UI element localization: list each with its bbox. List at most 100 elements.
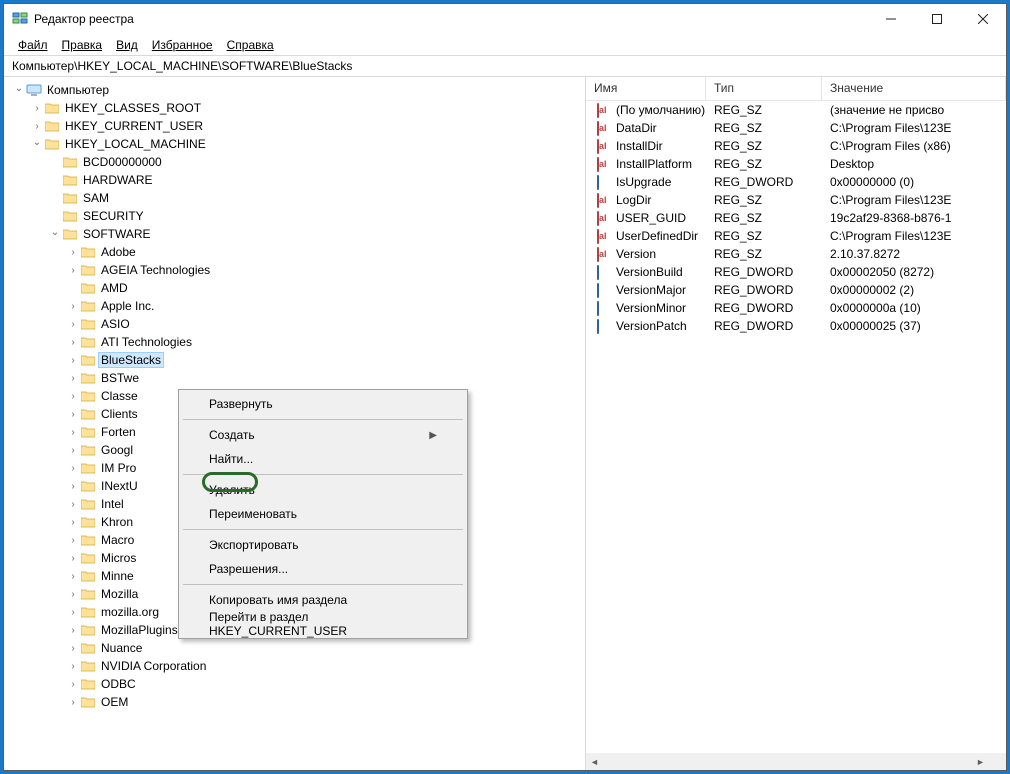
value-row[interactable]: USER_GUIDREG_SZ19c2af29-8368-b876-1 [586,209,1006,227]
path-bar[interactable]: Компьютер\HKEY_LOCAL_MACHINE\SOFTWARE\Bl… [4,55,1006,77]
context-menu-item[interactable]: Экспортировать [181,533,465,557]
menu-file[interactable]: Файл [12,36,54,54]
value-row[interactable]: (По умолчанию)REG_SZ(значение не присво [586,101,1006,119]
expand-icon[interactable]: › [66,605,80,619]
context-menu-item[interactable]: Переименовать [181,502,465,526]
column-name[interactable]: Имя [586,77,706,100]
folder-icon [80,407,96,421]
tree-item[interactable]: › ATI Technologies [8,333,585,351]
column-value[interactable]: Значение [822,77,1006,100]
tree-item[interactable]: ›Apple Inc. [8,297,585,315]
context-menu-item[interactable]: Копировать имя раздела [181,588,465,612]
tree-item[interactable]: ›SAM [8,189,585,207]
expand-icon[interactable]: › [66,515,80,529]
expand-icon[interactable]: › [66,335,80,349]
tree-item-label: ATI Technologies [99,335,194,349]
context-menu-item[interactable]: Удалить [181,478,465,502]
minimize-button[interactable] [868,4,914,34]
value-row[interactable]: InstallPlatformREG_SZDesktop [586,155,1006,173]
value-row[interactable]: IsUpgradeREG_DWORD0x00000000 (0) [586,173,1006,191]
scroll-right-arrow[interactable]: ► [972,753,989,770]
scroll-left-arrow[interactable]: ◄ [586,753,603,770]
collapse-icon[interactable]: ⌄ [30,135,44,149]
expand-icon[interactable]: › [66,371,80,385]
tree-item[interactable]: ›AGEIA Technologies [8,261,585,279]
menu-favorites[interactable]: Избранное [146,36,219,54]
horizontal-scrollbar[interactable]: ◄ ► [586,753,989,770]
context-menu-item[interactable]: Перейти в раздел HKEY_CURRENT_USER [181,612,465,636]
expand-icon[interactable]: › [66,461,80,475]
expand-icon[interactable]: › [66,245,80,259]
value-row[interactable]: DataDirREG_SZC:\Program Files\123E [586,119,1006,137]
context-menu-label: Найти... [209,452,253,466]
maximize-button[interactable] [914,4,960,34]
tree-item[interactable]: ›OEM [8,693,585,711]
tree-item[interactable]: ›HKEY_CLASSES_ROOT [8,99,585,117]
tree-item[interactable]: ›HARDWARE [8,171,585,189]
expand-icon[interactable]: › [66,317,80,331]
expand-icon[interactable]: › [66,533,80,547]
close-button[interactable] [960,4,1006,34]
value-type: REG_DWORD [706,175,822,189]
tree-item[interactable]: ›SECURITY [8,207,585,225]
value-list[interactable]: (По умолчанию)REG_SZ(значение не присвоD… [586,101,1006,770]
expand-icon[interactable]: › [66,569,80,583]
expand-icon[interactable]: › [66,263,80,277]
registry-editor-window: Редактор реестра Файл Правка Вид Избранн… [3,3,1007,771]
tree-item[interactable]: ›BlueStacks [8,351,585,369]
value-row[interactable]: VersionREG_SZ2.10.37.8272 [586,245,1006,263]
value-row[interactable]: InstallDirREG_SZC:\Program Files (x86) [586,137,1006,155]
folder-icon [62,173,78,187]
expand-icon[interactable]: › [66,659,80,673]
tree-item-label: Googl [99,443,135,457]
expand-icon[interactable]: › [66,497,80,511]
expand-icon[interactable]: › [66,677,80,691]
value-row[interactable]: VersionPatchREG_DWORD0x00000025 (37) [586,317,1006,335]
tree-item[interactable]: ›ODBC [8,675,585,693]
column-type[interactable]: Тип [706,77,822,100]
collapse-icon[interactable]: ⌄ [12,81,26,95]
expand-icon[interactable]: › [30,119,44,133]
expand-icon[interactable]: › [66,641,80,655]
context-menu-item[interactable]: Развернуть [181,392,465,416]
tree-item[interactable]: ⌄HKEY_LOCAL_MACHINE [8,135,585,153]
tree-item[interactable]: ›ASIO [8,315,585,333]
context-menu-item[interactable]: Разрешения... [181,557,465,581]
tree-item[interactable]: ⌄Компьютер [8,81,585,99]
tree-item[interactable]: ›BCD00000000 [8,153,585,171]
value-type: REG_DWORD [706,319,822,333]
tree-item[interactable]: ›Adobe [8,243,585,261]
expand-icon[interactable]: › [66,425,80,439]
menu-view[interactable]: Вид [110,36,144,54]
expand-icon[interactable]: › [66,407,80,421]
value-data: 0x00000000 (0) [822,175,1006,189]
value-row[interactable]: VersionBuildREG_DWORD0x00002050 (8272) [586,263,1006,281]
expand-icon[interactable]: › [66,479,80,493]
tree-item[interactable]: ›Nuance [8,639,585,657]
tree-item[interactable]: ›AMD [8,279,585,297]
tree-item[interactable]: ›HKEY_CURRENT_USER [8,117,585,135]
tree-item[interactable]: ⌄SOFTWARE [8,225,585,243]
expand-icon[interactable]: › [66,695,80,709]
context-menu-item[interactable]: Найти... [181,447,465,471]
menu-help[interactable]: Справка [221,36,280,54]
tree-item[interactable]: ›NVIDIA Corporation [8,657,585,675]
expand-icon[interactable]: › [66,389,80,403]
value-data: C:\Program Files\123E [822,193,1006,207]
value-row[interactable]: VersionMajorREG_DWORD0x00000002 (2) [586,281,1006,299]
expand-icon[interactable]: › [66,353,80,367]
expand-icon[interactable]: › [66,551,80,565]
expand-icon[interactable]: › [30,101,44,115]
value-row[interactable]: LogDirREG_SZC:\Program Files\123E [586,191,1006,209]
context-menu-item[interactable]: Создать▶ [181,423,465,447]
folder-icon [80,245,96,259]
expand-icon[interactable]: › [66,623,80,637]
tree-item[interactable]: ›BSTwe [8,369,585,387]
value-row[interactable]: VersionMinorREG_DWORD0x0000000a (10) [586,299,1006,317]
expand-icon[interactable]: › [66,299,80,313]
value-row[interactable]: UserDefinedDirREG_SZC:\Program Files\123… [586,227,1006,245]
collapse-icon[interactable]: ⌄ [48,225,62,239]
menu-edit[interactable]: Правка [56,36,109,54]
expand-icon[interactable]: › [66,587,80,601]
expand-icon[interactable]: › [66,443,80,457]
